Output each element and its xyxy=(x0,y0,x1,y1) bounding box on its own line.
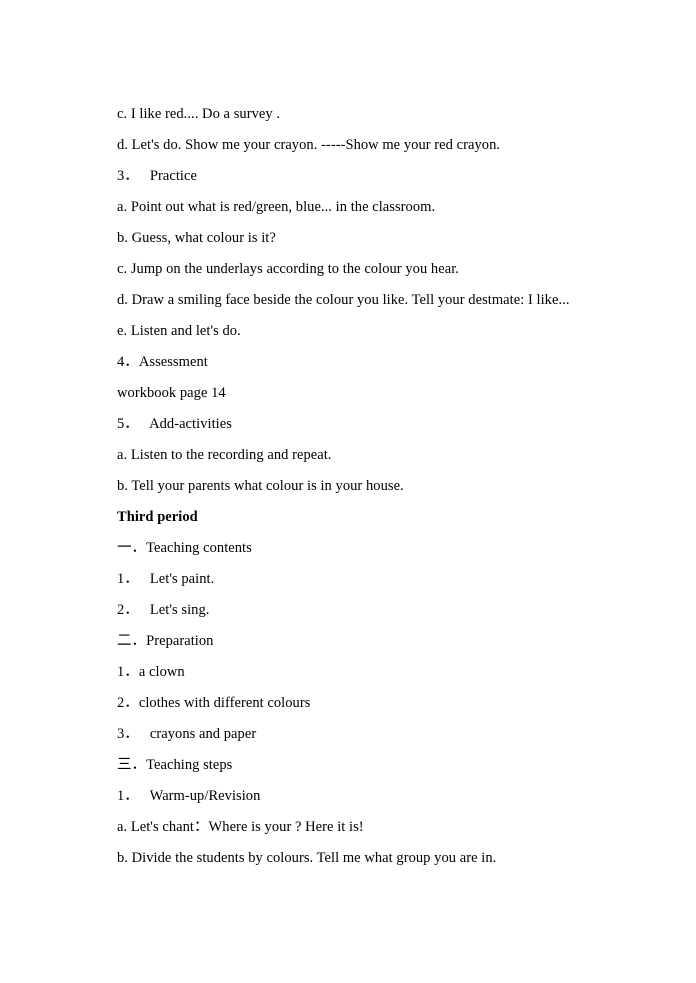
text-line: b. Guess, what colour is it? xyxy=(117,230,276,246)
text-line: a. Point out what is red/green, blue... … xyxy=(117,199,436,215)
list-item-heading: 3． crayons and paper xyxy=(117,726,257,742)
text-line: workbook page 14 xyxy=(117,385,226,401)
text-line: c. Jump on the underlays according to th… xyxy=(117,261,459,277)
section-heading-third-period: Third period xyxy=(117,509,198,525)
text-line: a. Listen to the recording and repeat. xyxy=(117,447,332,463)
text-line: b. Tell your parents what colour is in y… xyxy=(117,478,404,494)
document-page: c. I like red.... Do a survey . d. Let's… xyxy=(0,0,696,983)
list-item-heading: 1．a clown xyxy=(117,664,185,680)
section-heading-teaching-contents: 一．Teaching contents xyxy=(117,540,252,556)
list-item-heading: 2． Let's sing. xyxy=(117,602,210,618)
list-item-heading: 5． Add-activities xyxy=(117,416,232,432)
list-item-heading: 4．Assessment xyxy=(117,354,208,370)
list-item-heading: 1． Warm-up/Revision xyxy=(117,788,261,804)
list-item-heading: 3． Practice xyxy=(117,168,197,184)
section-heading-preparation: 二．Preparation xyxy=(117,633,214,649)
text-line: b. Divide the students by colours. Tell … xyxy=(117,850,497,866)
text-line: a. Let's chant：Where is your ? Here it i… xyxy=(117,819,364,835)
document-text-body: c. I like red.... Do a survey . d. Let's… xyxy=(117,99,587,874)
section-heading-teaching-steps: 三．Teaching steps xyxy=(117,757,233,773)
list-item-heading: 2．clothes with different colours xyxy=(117,695,311,711)
text-line: d. Draw a smiling face beside the colour… xyxy=(117,292,570,308)
text-line: e. Listen and let's do. xyxy=(117,323,241,339)
list-item-heading: 1． Let's paint. xyxy=(117,571,215,587)
text-line: d. Let's do. Show me your crayon. -----S… xyxy=(117,137,501,153)
text-line: c. I like red.... Do a survey . xyxy=(117,106,281,122)
